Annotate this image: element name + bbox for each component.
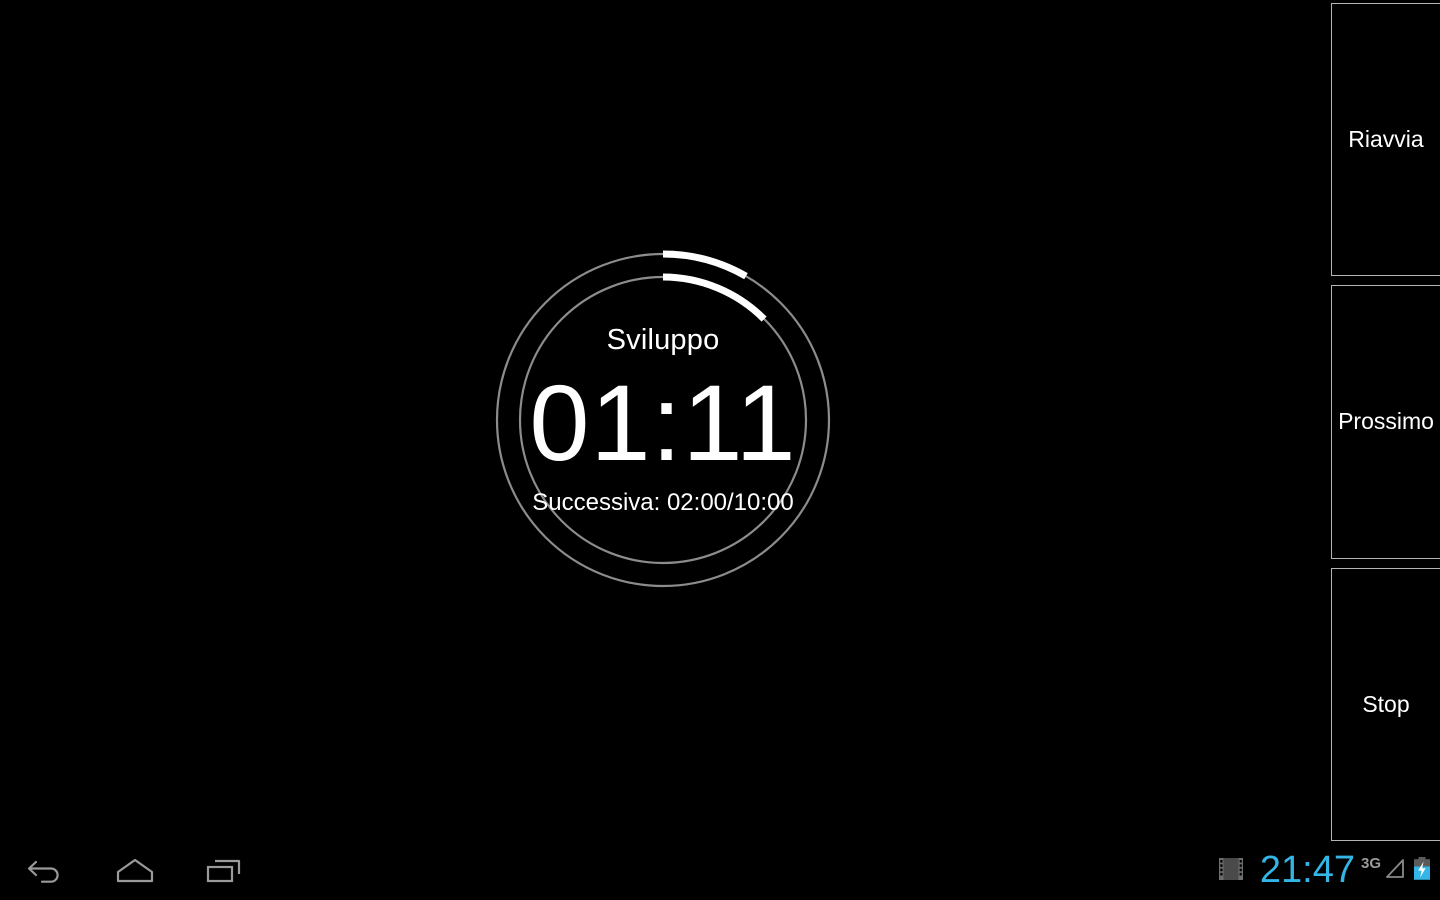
- inner-progress-arc: [662, 273, 767, 322]
- signal-triangle-icon: [1382, 853, 1410, 890]
- outer-track-circle: [495, 252, 831, 588]
- timer-rings: [495, 250, 831, 588]
- status-clock: 21:47: [1259, 849, 1355, 891]
- restart-button-label: Riavvia: [1348, 126, 1424, 153]
- film-strip-icon: [1216, 853, 1246, 890]
- back-arrow-icon: [25, 854, 65, 888]
- app-root: Sviluppo 01:11 Successiva: 02:00/10:00 R…: [0, 0, 1440, 900]
- stop-button[interactable]: Stop: [1331, 567, 1440, 841]
- outer-progress-arc: [662, 250, 748, 280]
- system-navigation-bar: 21:47 3G: [0, 842, 1440, 900]
- nav-button-group: [0, 842, 270, 900]
- restart-button[interactable]: Riavvia: [1331, 3, 1440, 277]
- status-area[interactable]: 21:47 3G: [1216, 842, 1434, 900]
- next-button-label: Prossimo: [1338, 408, 1434, 435]
- recent-apps-icon: [204, 856, 246, 886]
- home-icon: [113, 856, 157, 886]
- battery-charging-icon: [1410, 853, 1434, 890]
- control-panel: Riavvia Prossimo Stop: [1331, 3, 1440, 841]
- stop-button-label: Stop: [1362, 690, 1410, 717]
- nav-back-button[interactable]: [0, 842, 90, 900]
- next-button[interactable]: Prossimo: [1331, 285, 1440, 559]
- nav-recent-apps-button[interactable]: [180, 842, 270, 900]
- nav-home-button[interactable]: [90, 842, 180, 900]
- network-type-label: 3G: [1360, 854, 1381, 872]
